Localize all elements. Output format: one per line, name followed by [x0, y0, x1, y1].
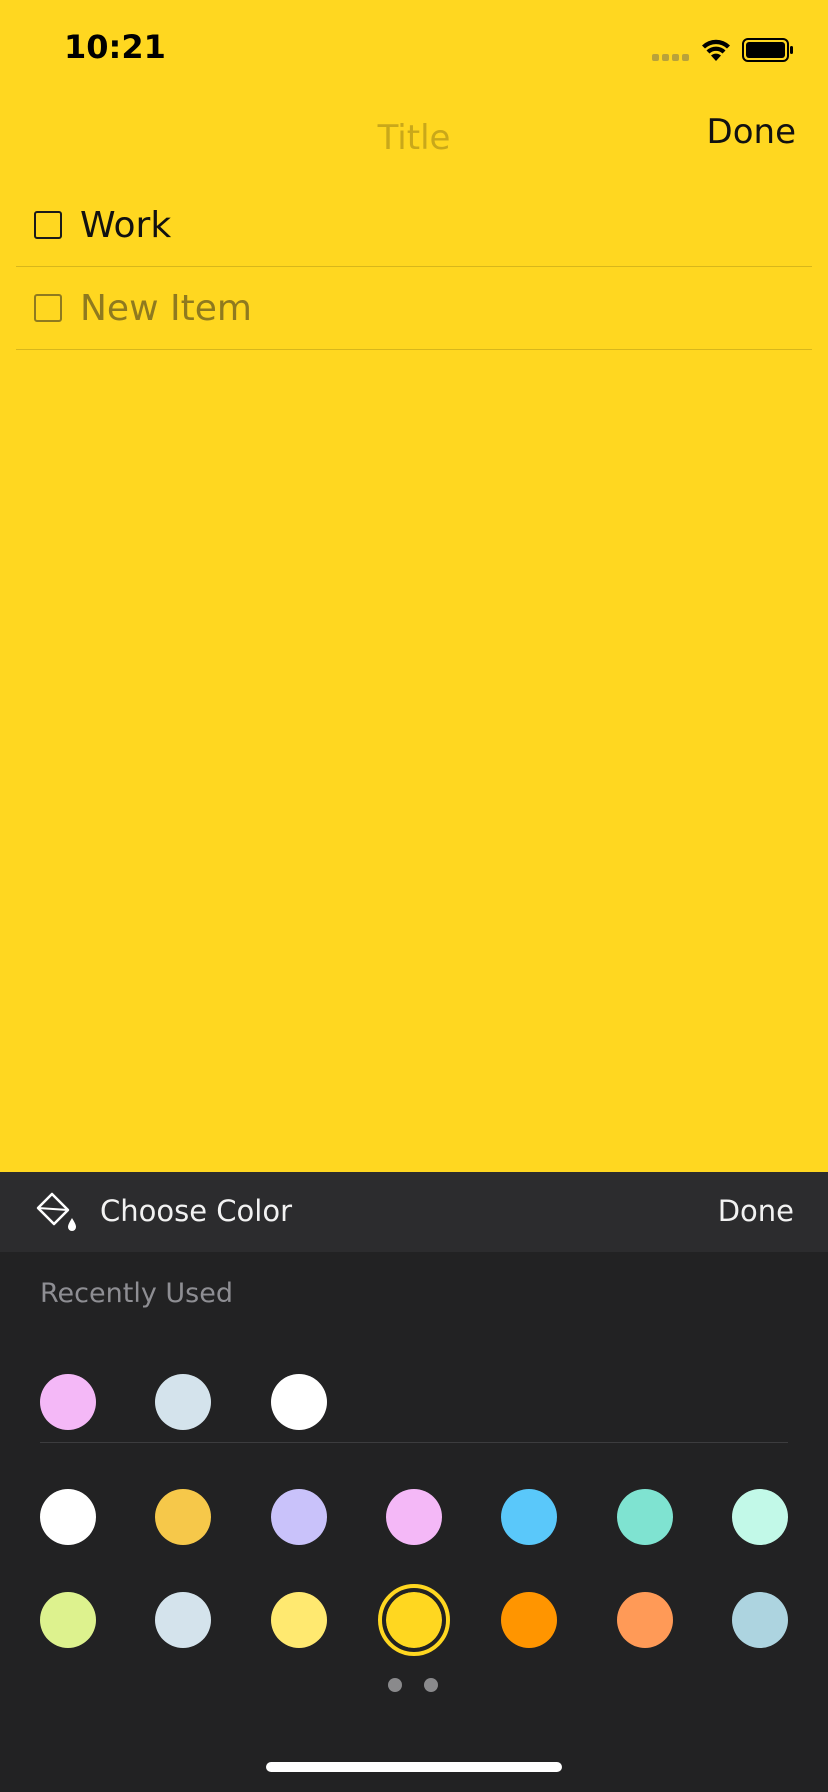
recent-color-swatch[interactable]	[271, 1374, 327, 1430]
page-indicator[interactable]	[388, 1678, 440, 1692]
battery-icon	[742, 38, 793, 62]
color-swatch[interactable]	[271, 1592, 327, 1648]
done-button[interactable]: Done	[707, 112, 796, 152]
new-item-input[interactable]: New Item	[80, 288, 252, 329]
color-swatch[interactable]	[501, 1592, 557, 1648]
color-swatch[interactable]	[732, 1489, 788, 1545]
color-picker-header: Choose Color Done	[0, 1172, 828, 1252]
list-item-label[interactable]: Work	[80, 205, 171, 246]
color-picker-done-button[interactable]: Done	[718, 1194, 794, 1228]
color-swatch[interactable]	[617, 1489, 673, 1545]
color-swatch[interactable]	[271, 1489, 327, 1545]
color-swatch[interactable]	[40, 1489, 96, 1545]
status-time: 10:21	[64, 28, 166, 66]
checklist: Work New Item	[16, 184, 812, 350]
color-swatch[interactable]	[617, 1592, 673, 1648]
status-bar: 10:21	[0, 0, 828, 100]
divider	[40, 1442, 788, 1443]
color-swatch[interactable]	[155, 1489, 211, 1545]
checkbox[interactable]	[34, 294, 62, 322]
paint-bucket-icon	[36, 1192, 76, 1231]
checkbox[interactable]	[34, 211, 62, 239]
recently-used-label: Recently Used	[40, 1278, 233, 1309]
recent-color-swatch[interactable]	[40, 1374, 96, 1430]
color-picker-title: Choose Color	[100, 1194, 292, 1228]
color-swatch[interactable]	[501, 1489, 557, 1545]
color-picker-panel: Choose Color Done Recently Used	[0, 1172, 828, 1792]
page-dot[interactable]	[424, 1678, 438, 1692]
color-swatch[interactable]	[386, 1489, 442, 1545]
signal-icon	[652, 54, 690, 62]
recent-color-swatch[interactable]	[155, 1374, 211, 1430]
nav-bar: Title Done	[0, 110, 828, 170]
note-title-field[interactable]: Title	[0, 118, 828, 158]
color-swatch[interactable]	[155, 1592, 211, 1648]
color-swatch[interactable]	[732, 1592, 788, 1648]
selected-color-ring	[378, 1584, 450, 1656]
page-dot[interactable]	[388, 1678, 402, 1692]
list-item[interactable]: Work	[16, 184, 812, 267]
color-swatch[interactable]	[40, 1592, 96, 1648]
new-item-row[interactable]: New Item	[16, 267, 812, 350]
home-indicator	[266, 1762, 562, 1772]
wifi-icon	[702, 39, 730, 61]
